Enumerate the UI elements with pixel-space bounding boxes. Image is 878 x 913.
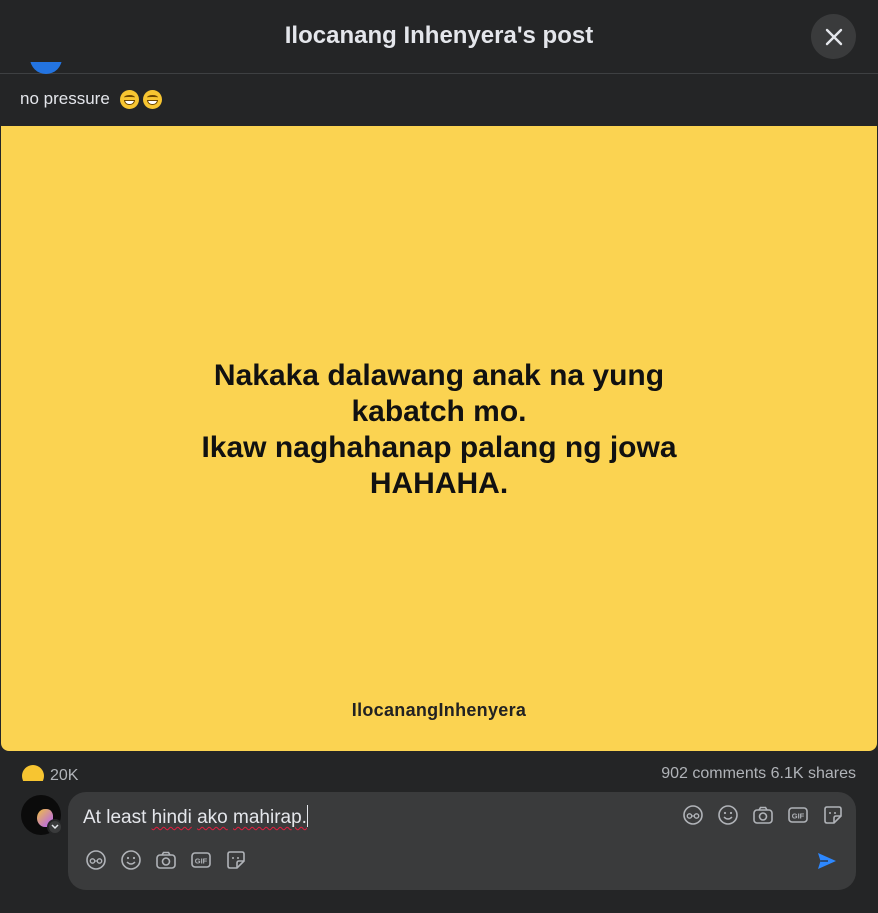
avatar-sticker-button[interactable] bbox=[680, 802, 706, 828]
send-icon bbox=[818, 853, 836, 869]
gif-icon: GIF bbox=[191, 852, 211, 868]
svg-text:GIF: GIF bbox=[195, 857, 208, 866]
sticker-button[interactable] bbox=[223, 847, 249, 873]
comment-composer[interactable]: At least hindi ako mahirap. GIF GIF bbox=[68, 792, 856, 890]
image-line: kabatch mo. bbox=[351, 395, 527, 428]
close-button[interactable] bbox=[811, 14, 856, 59]
modal-header: Ilocanang Inhenyera's post bbox=[0, 0, 878, 74]
author-avatar[interactable] bbox=[30, 62, 62, 76]
gif-button[interactable]: GIF bbox=[188, 847, 214, 873]
comment-text: mahirap. bbox=[233, 807, 307, 828]
comment-input[interactable]: At least hindi ako mahirap. bbox=[83, 805, 583, 829]
post-image-text: Nakaka dalawang anak na yung kabatch mo.… bbox=[1, 358, 877, 502]
gif-icon: GIF bbox=[788, 807, 808, 823]
sticker-button[interactable] bbox=[820, 802, 846, 828]
comment-text: hindi bbox=[151, 807, 192, 828]
emoji-button[interactable] bbox=[715, 802, 741, 828]
emoji-button[interactable] bbox=[118, 847, 144, 873]
comment-text: At least bbox=[83, 807, 147, 828]
sticker-icon bbox=[227, 851, 245, 869]
camera-icon bbox=[156, 851, 176, 869]
emoji-icon bbox=[718, 805, 738, 825]
post-stats: 20K 902 comments 6.1K shares bbox=[0, 751, 878, 781]
chevron-down-icon[interactable] bbox=[47, 819, 63, 835]
image-line: HAHAHA. bbox=[369, 467, 509, 500]
post-caption: no pressure bbox=[20, 89, 162, 109]
avatar-emoji-icon bbox=[86, 850, 106, 870]
emoji-icon bbox=[121, 850, 141, 870]
reaction-summary[interactable]: 20K bbox=[22, 765, 78, 781]
gif-button[interactable]: GIF bbox=[785, 802, 811, 828]
reaction-count: 20K bbox=[50, 767, 79, 781]
comment-text: ako bbox=[197, 807, 228, 828]
modal-title: Ilocanang Inhenyera's post bbox=[284, 22, 594, 49]
camera-icon bbox=[753, 806, 773, 824]
grin-emoji-icon bbox=[142, 89, 162, 109]
close-icon bbox=[825, 28, 842, 45]
sticker-icon bbox=[824, 806, 842, 824]
photo-button[interactable] bbox=[153, 847, 179, 873]
svg-text:GIF: GIF bbox=[792, 812, 805, 821]
image-line: Nakaka dalawang anak na yung bbox=[213, 359, 665, 392]
reaction-emoji-icon bbox=[22, 765, 44, 781]
comments-shares-count[interactable]: 902 comments 6.1K shares bbox=[661, 765, 856, 781]
avatar-emoji-icon bbox=[683, 805, 703, 825]
image-watermark: IlocanangInhenyera bbox=[351, 700, 527, 720]
send-button[interactable] bbox=[814, 848, 840, 874]
post-image[interactable]: Nakaka dalawang anak na yung kabatch mo.… bbox=[1, 126, 877, 751]
post-modal: Ilocanang Inhenyera's post no pressure N… bbox=[0, 0, 878, 913]
grin-emoji-icon bbox=[119, 89, 139, 109]
bottom-edge bbox=[0, 905, 878, 913]
photo-button[interactable] bbox=[750, 802, 776, 828]
caption-text: no pressure bbox=[20, 89, 110, 108]
text-caret bbox=[306, 805, 308, 827]
avatar-sticker-button[interactable] bbox=[83, 847, 109, 873]
image-line: Ikaw naghahanap palang ng jowa bbox=[201, 431, 677, 464]
